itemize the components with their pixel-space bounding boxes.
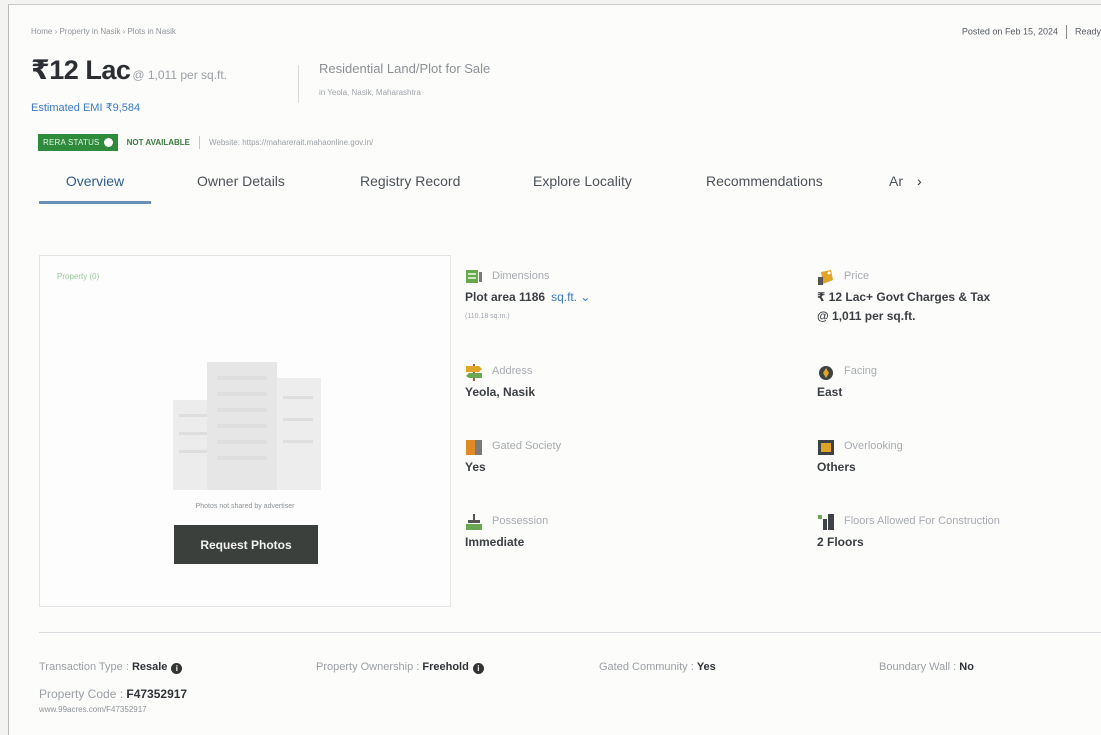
tab-more[interactable]: Ar › — [889, 170, 922, 192]
unit-selector[interactable]: sq.ft. ⌄ — [551, 290, 590, 304]
fact-boundary-label: Boundary Wall : — [879, 661, 960, 673]
calendar-icon — [466, 514, 482, 530]
tab-owner-details[interactable]: Owner Details — [197, 170, 285, 206]
attr-dimensions-label: Dimensions — [492, 270, 550, 282]
fact-boundary-wall: Boundary Wall : No — [879, 661, 974, 673]
attr-dimensions-value: Plot area 1186 sq.ft. ⌄ — [465, 290, 590, 304]
building-placeholder-icon — [173, 362, 321, 490]
property-url[interactable]: www.99acres.com/F47352917 — [39, 705, 147, 714]
tab-truncated-label[interactable]: Ar — [889, 173, 903, 189]
price-amount: ₹12 Lac — [31, 55, 131, 85]
attr-floors-value: 2 Floors — [817, 535, 864, 549]
header-divider — [298, 65, 299, 103]
property-code-label: Property Code : — [39, 687, 127, 701]
tab-recommendations[interactable]: Recommendations — [706, 170, 823, 206]
attr-facing-value: East — [817, 385, 843, 399]
rera-status-value: NOT AVAILABLE — [126, 138, 190, 147]
attr-price-per-sqft: @ 1,011 per sq.ft. — [817, 309, 916, 323]
property-location: in Yeola, Nasik, Maharashtra — [319, 88, 421, 97]
attr-price-value: ₹ 12 Lac+ Govt Charges & Tax — [817, 290, 991, 304]
fact-gated-value: Yes — [696, 661, 716, 673]
photo-card: Property (0) Photos not shared by advert… — [39, 255, 451, 607]
page-frame: Home › Property in Nasik › Plots in Nasi… — [8, 4, 1101, 735]
chevron-right-icon[interactable]: › — [917, 173, 922, 189]
property-code-value: F47352917 — [126, 687, 188, 701]
attr-gated-value: Yes — [465, 460, 486, 474]
tab-overview[interactable]: Overview — [39, 170, 151, 206]
rera-status-badge[interactable]: RERA STATUS — [38, 134, 118, 151]
request-photos-button[interactable]: Request Photos — [174, 525, 318, 564]
floors-icon — [818, 514, 834, 530]
tab-bar: Overview Owner Details Registry Record E… — [39, 170, 939, 206]
rera-row: RERA STATUS NOT AVAILABLE Website: https… — [38, 134, 373, 151]
attr-address-value: Yeola, Nasik — [465, 385, 536, 399]
attr-gated-label: Gated Society — [492, 440, 562, 452]
fact-gated-community: Gated Community : Yes — [599, 661, 716, 673]
unit-label[interactable]: sq.ft. — [551, 290, 577, 304]
fact-gated-label: Gated Community : — [599, 661, 697, 673]
attr-facing-label: Facing — [844, 365, 878, 377]
dimensions-icon — [466, 270, 482, 283]
attr-address-label: Address — [492, 365, 533, 377]
photo-count-label: Property (0) — [57, 272, 100, 281]
info-icon[interactable]: i — [171, 663, 183, 674]
compass-icon — [819, 366, 833, 380]
rera-website-link[interactable]: Website: https://maharerait.mahaonline.g… — [209, 138, 373, 147]
tab-explore-locality[interactable]: Explore Locality — [533, 170, 632, 206]
posted-date: Posted on Feb 15, 2024 Ready — [962, 25, 1101, 39]
tab-registry-record[interactable]: Registry Record — [360, 170, 460, 206]
rera-badge-label: RERA STATUS — [43, 138, 100, 147]
fact-ownership-value: Freehold — [422, 661, 469, 673]
fact-transaction-label: Transaction Type : — [39, 661, 132, 673]
attr-overlooking-label: Overlooking — [844, 440, 903, 452]
gate-icon — [466, 440, 482, 455]
posted-label: Posted on Feb 15, 2024 — [961, 26, 1058, 37]
attr-possession-value: Immediate — [465, 535, 525, 549]
attr-floors-label: Floors Allowed For Construction — [844, 515, 1000, 527]
plot-area-value: Plot area 1186 — [465, 290, 546, 304]
chevron-down-icon[interactable]: ⌄ — [580, 290, 590, 304]
info-icon[interactable]: i — [472, 663, 484, 674]
property-title: Residential Land/Plot for Sale — [319, 61, 491, 76]
attr-dimensions-sqm: (110.18 sq.m.) — [465, 313, 510, 320]
section-divider — [39, 632, 1101, 633]
property-code: Property Code : F47352917 — [39, 687, 187, 701]
no-photos-note: Photos not shared by advertiser — [195, 503, 295, 510]
rera-divider — [199, 136, 200, 149]
window-icon — [818, 440, 834, 455]
readiness-status: Ready — [1074, 26, 1101, 37]
info-dot-icon — [103, 138, 113, 147]
price-block: ₹12 Lac @ 1,011 per sq.ft. — [31, 55, 227, 86]
price-tag-icon — [818, 270, 833, 285]
price-per-sqft: @ 1,011 per sq.ft. — [132, 68, 228, 82]
attr-overlooking-value: Others — [817, 460, 856, 474]
fact-transaction-type: Transaction Type : Resale i — [39, 661, 183, 674]
fact-boundary-value: No — [959, 661, 974, 673]
breadcrumb[interactable]: Home › Property in Nasik › Plots in Nasi… — [31, 27, 176, 36]
attr-possession-label: Possession — [492, 515, 549, 527]
emi-link[interactable]: Estimated EMI ₹9,584 — [31, 101, 140, 114]
fact-transaction-value: Resale — [131, 661, 168, 673]
posted-divider — [1065, 25, 1067, 39]
attr-price-label: Price — [844, 270, 870, 282]
fact-property-ownership: Property Ownership : Freehold i — [316, 661, 484, 674]
signpost-icon — [466, 364, 482, 381]
fact-ownership-label: Property Ownership : — [316, 661, 423, 673]
